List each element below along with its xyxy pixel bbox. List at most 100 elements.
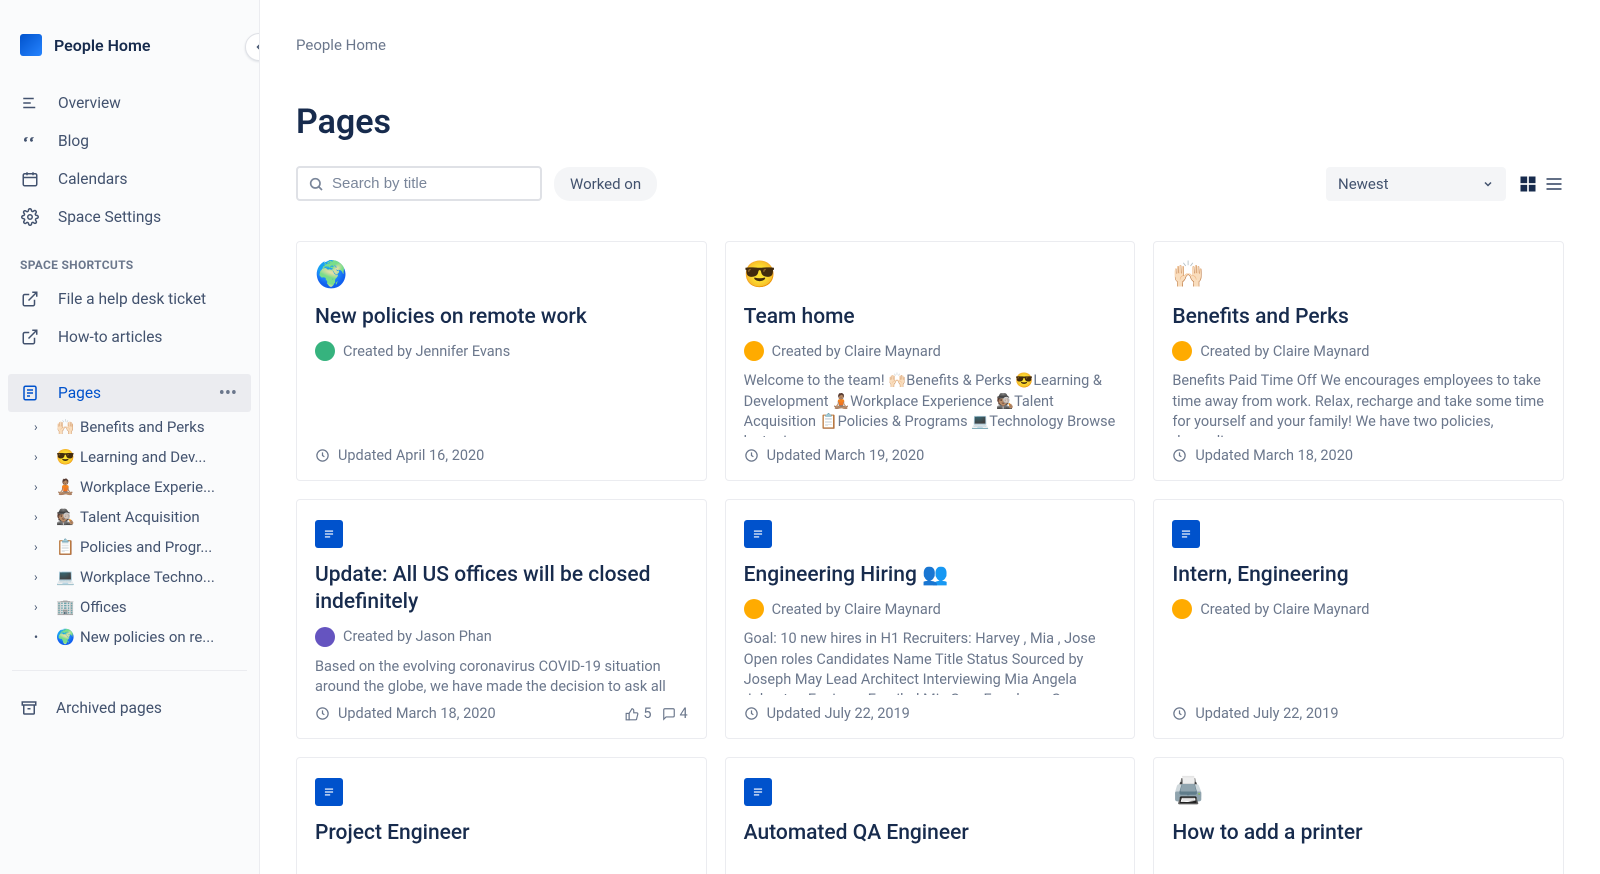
card-title: Update: All US offices will be closed in… (315, 562, 688, 617)
space-logo-icon (20, 34, 42, 56)
tree-item-label: Talent Acquisition (80, 508, 200, 526)
page-card[interactable]: Engineering Hiring 👥 Created by Claire M… (725, 499, 1136, 739)
page-card[interactable]: Intern, Engineering Created by Claire Ma… (1153, 499, 1564, 739)
card-updated: Updated March 18, 2020 (338, 705, 496, 722)
card-author: Created by Claire Maynard (772, 343, 941, 360)
chevron-right-icon[interactable]: › (34, 540, 50, 554)
tree-item[interactable]: ›💻Workplace Techno... (30, 562, 251, 592)
overview-icon (20, 94, 40, 112)
tree-item-label: Offices (80, 598, 127, 616)
card-updated: Updated July 22, 2019 (1195, 705, 1338, 722)
avatar (1172, 599, 1192, 619)
page-card[interactable]: 🙌🏻 Benefits and Perks Created by Claire … (1153, 241, 1564, 481)
list-view-button[interactable] (1544, 174, 1564, 194)
doc-icon (744, 778, 772, 806)
emoji-icon: 🏢 (56, 598, 74, 616)
archive-icon (20, 699, 38, 717)
tree-item-label: Policies and Progr... (80, 538, 212, 556)
sidebar-item-archived[interactable]: Archived pages (8, 689, 251, 727)
sidebar-item-label: Calendars (58, 170, 128, 188)
sidebar-item-overview[interactable]: Overview (8, 84, 251, 122)
page-card[interactable]: 😎 Team home Created by Claire Maynard We… (725, 241, 1136, 481)
chevron-right-icon[interactable]: › (34, 450, 50, 464)
avatar (1172, 341, 1192, 361)
emoji-icon: 🕵🏽 (56, 508, 74, 526)
sidebar-shortcut-howto[interactable]: How-to articles (8, 318, 251, 356)
emoji-icon: 🌍 (315, 260, 347, 290)
page-card[interactable]: Update: All US offices will be closed in… (296, 499, 707, 739)
clock-icon (1172, 706, 1187, 721)
sidebar-item-blog[interactable]: Blog (8, 122, 251, 160)
avatar (315, 627, 335, 647)
sidebar-item-label: File a help desk ticket (58, 290, 206, 308)
chevron-right-icon[interactable]: › (34, 570, 50, 584)
space-header[interactable]: People Home (8, 24, 251, 84)
sidebar: People Home Overview Blog Calendars Spac… (0, 0, 260, 874)
external-link-icon (20, 290, 40, 308)
chevron-right-icon[interactable]: › (34, 480, 50, 494)
sidebar-item-calendars[interactable]: Calendars (8, 160, 251, 198)
tree-item[interactable]: › 📋 Policies and Progr... (30, 532, 251, 562)
card-updated: Updated July 22, 2019 (767, 705, 910, 722)
main-content: People Home Pages Worked on Newest (260, 0, 1600, 874)
comment-count[interactable]: 4 (662, 705, 688, 722)
bullet-icon: • (34, 630, 50, 644)
card-author: Created by Jennifer Evans (343, 343, 510, 360)
card-excerpt: Welcome to the team! 🙌🏻Benefits & Perks … (744, 371, 1117, 437)
tree-item-label: Learning and Dev... (80, 448, 206, 466)
sidebar-item-label: Overview (58, 94, 121, 112)
sidebar-item-label: Pages (58, 384, 101, 402)
page-card[interactable]: Automated QA Engineer (725, 757, 1136, 874)
card-title: Engineering Hiring 👥 (744, 562, 1117, 589)
search-input-wrap[interactable] (296, 166, 542, 201)
sort-dropdown[interactable]: Newest (1326, 167, 1506, 201)
page-card[interactable]: 🖨️ How to add a printer (1153, 757, 1564, 874)
sidebar-item-pages[interactable]: Pages ••• (8, 374, 251, 412)
divider (12, 670, 247, 671)
sidebar-shortcut-help-desk[interactable]: File a help desk ticket (8, 280, 251, 318)
card-updated: Updated April 16, 2020 (338, 447, 484, 464)
toolbar: Worked on Newest (296, 166, 1564, 201)
card-title: New policies on remote work (315, 304, 688, 331)
doc-icon (315, 778, 343, 806)
card-excerpt: Based on the evolving coronavirus COVID-… (315, 657, 688, 695)
filter-chip-worked-on[interactable]: Worked on (554, 167, 657, 201)
search-input[interactable] (332, 175, 530, 192)
emoji-icon: 🙌🏻 (1172, 260, 1204, 290)
tree-item[interactable]: › 🙌🏻 Benefits and Perks (30, 412, 251, 442)
emoji-icon: 🙌🏻 (56, 418, 74, 436)
emoji-icon: 📋 (56, 538, 74, 556)
emoji-icon: 💻 (56, 568, 74, 586)
chevron-down-icon (1482, 178, 1494, 190)
avatar (744, 599, 764, 619)
more-icon[interactable]: ••• (219, 383, 237, 404)
quote-icon (20, 132, 40, 150)
card-author: Created by Claire Maynard (772, 601, 941, 618)
doc-icon (315, 520, 343, 548)
sidebar-item-space-settings[interactable]: Space Settings (8, 198, 251, 236)
doc-icon (744, 520, 772, 548)
tree-item[interactable]: › 🏢 Offices (30, 592, 251, 622)
breadcrumb[interactable]: People Home (296, 36, 1564, 54)
page-card[interactable]: Project Engineer (296, 757, 707, 874)
sidebar-item-label: Space Settings (58, 208, 161, 226)
page-card[interactable]: 🌍 New policies on remote work Created by… (296, 241, 707, 481)
sort-label: Newest (1338, 175, 1389, 193)
chevron-right-icon[interactable]: › (34, 510, 50, 524)
tree-item[interactable]: ›😎Learning and Dev... (30, 442, 251, 472)
avatar (744, 341, 764, 361)
card-title: Team home (744, 304, 1117, 331)
like-count[interactable]: 5 (625, 705, 651, 722)
clock-icon (315, 706, 330, 721)
grid-view-button[interactable] (1518, 174, 1538, 194)
tree-item[interactable]: › 🕵🏽 Talent Acquisition (30, 502, 251, 532)
chevron-right-icon[interactable]: › (34, 600, 50, 614)
tree-item[interactable]: ›🧘🏽Workplace Experie... (30, 472, 251, 502)
tree-item-label: Benefits and Perks (80, 418, 205, 436)
calendar-icon (20, 170, 40, 188)
card-excerpt: Goal: 10 new hires in H1 Recruiters: Har… (744, 629, 1117, 695)
emoji-icon: 🧘🏽 (56, 478, 74, 496)
search-icon (308, 176, 324, 192)
tree-item[interactable]: •🌍New policies on re... (30, 622, 251, 652)
chevron-right-icon[interactable]: › (34, 420, 50, 434)
